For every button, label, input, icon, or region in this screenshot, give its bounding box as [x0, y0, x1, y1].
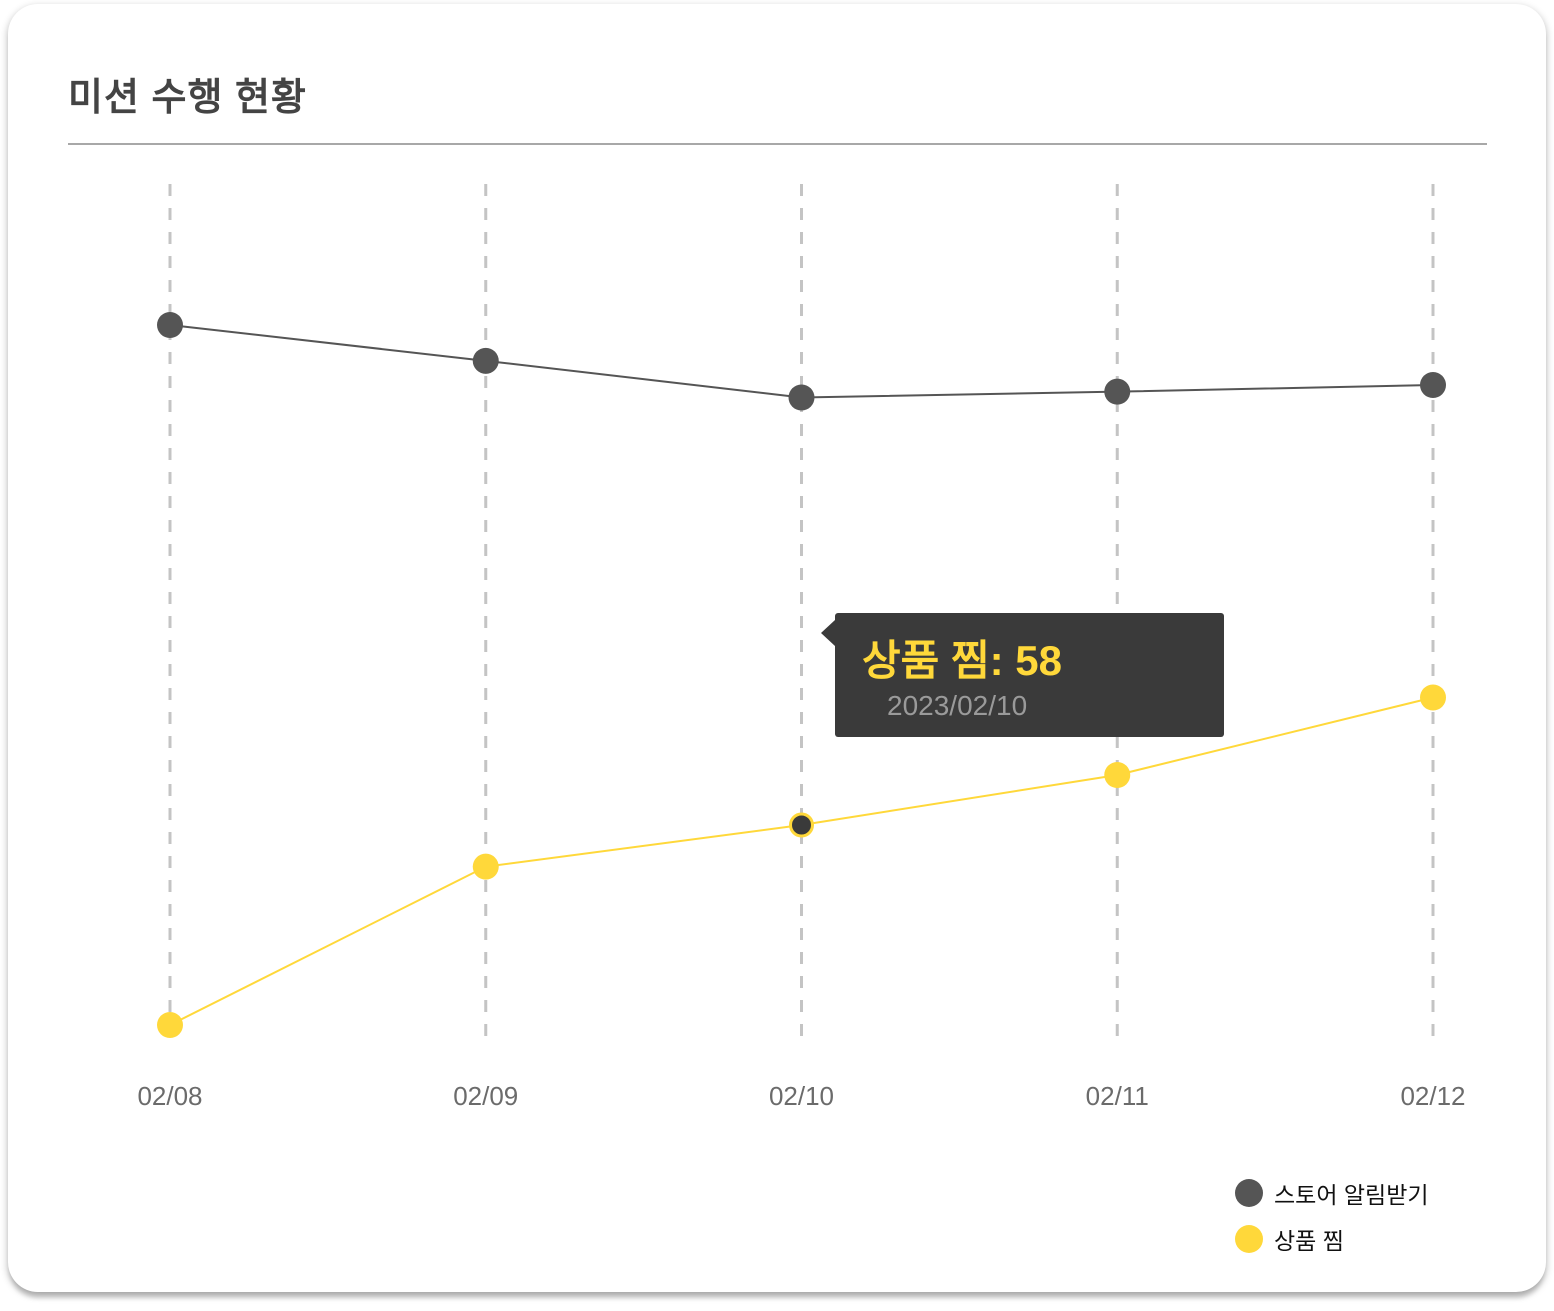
data-point: [1104, 762, 1131, 788]
data-point: [157, 312, 183, 338]
legend-marker-icon: [1235, 1225, 1263, 1253]
x-tick-label: 02/09: [453, 1081, 518, 1111]
data-point: [472, 347, 499, 374]
data-point-highlighted: [789, 812, 814, 838]
data-tooltip: 상품 찜: 58 2023/02/10: [821, 613, 1224, 737]
x-tick-label: 02/08: [137, 1081, 202, 1111]
legend-label: 스토어 알림받기: [1274, 1182, 1429, 1208]
legend-label: 상품 찜: [1274, 1228, 1344, 1254]
legend-item-product-wish[interactable]: 상품 찜: [1235, 1216, 1429, 1262]
mission-line-chart: 02/08 02/09 02/10 02/11 02/12: [137, 184, 1466, 1111]
data-point: [157, 1012, 183, 1038]
data-point: [1420, 372, 1446, 398]
data-point: [472, 853, 499, 880]
legend-item-store-alert[interactable]: 스토어 알림받기: [1235, 1170, 1429, 1216]
legend-marker-icon: [1235, 1179, 1263, 1207]
x-tick-label: 02/10: [769, 1081, 834, 1111]
x-tick-label: 02/11: [1086, 1081, 1149, 1111]
data-point: [1104, 378, 1131, 405]
tooltip-value: 상품 찜: 58: [862, 637, 1062, 684]
tooltip-date: 2023/02/10: [887, 690, 1028, 721]
chart-legend: 스토어 알림받기 상품 찜: [1235, 1170, 1429, 1262]
data-point: [1420, 684, 1446, 711]
data-point: [788, 384, 815, 411]
x-tick-label: 02/12: [1400, 1081, 1465, 1111]
